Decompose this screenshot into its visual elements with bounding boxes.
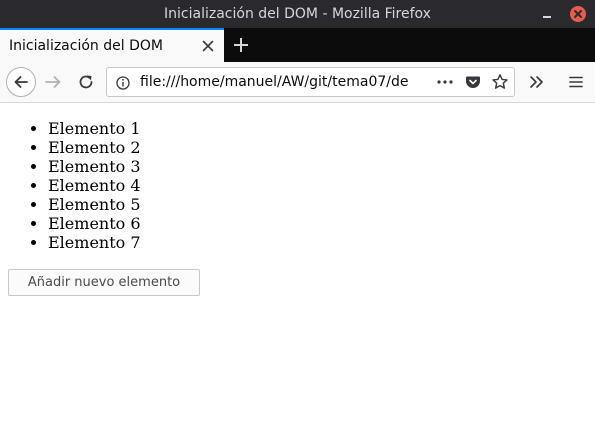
plus-icon[interactable]	[230, 34, 252, 56]
close-icon[interactable]	[570, 6, 586, 22]
navigation-toolbar: file:///home/manuel/AW/git/tema07/de	[0, 62, 595, 103]
list-item: Elemento 7	[48, 233, 141, 252]
list-item: Elemento 6	[48, 214, 141, 233]
window-titlebar: Inicialización del DOM - Mozilla Firefox	[0, 0, 595, 28]
arrow-right-icon[interactable]	[44, 73, 62, 91]
tab-inicializacion-del-dom[interactable]: Inicialización del DOM	[0, 28, 224, 62]
more-horizontal-icon[interactable]	[435, 74, 455, 90]
url-text[interactable]: file:///home/manuel/AW/git/tema07/de	[140, 68, 430, 96]
tab-strip: Inicialización del DOM	[0, 28, 595, 62]
window-title: Inicialización del DOM - Mozilla Firefox	[164, 6, 431, 22]
list-item: Elemento 3	[48, 157, 141, 176]
list-item: Elemento 5	[48, 195, 141, 214]
list-item: Elemento 2	[48, 138, 141, 157]
list-item: Elemento 4	[48, 176, 141, 195]
chevrons-right-icon[interactable]	[528, 73, 546, 91]
arrow-left-icon	[14, 76, 28, 88]
reload-icon[interactable]	[77, 73, 95, 91]
pocket-icon[interactable]	[465, 74, 481, 90]
info-icon[interactable]	[116, 75, 130, 90]
minimize-icon[interactable]	[538, 8, 556, 20]
page-content: Elemento 1 Elemento 2 Elemento 3 Element…	[0, 103, 595, 424]
url-bar[interactable]: file:///home/manuel/AW/git/tema07/de	[106, 67, 515, 97]
tab-label: Inicialización del DOM	[9, 38, 163, 54]
list-item: Elemento 1	[48, 119, 141, 138]
star-icon[interactable]	[491, 73, 509, 91]
close-icon[interactable]	[200, 38, 216, 54]
back-button[interactable]	[6, 67, 36, 97]
element-list: Elemento 1 Elemento 2 Elemento 3 Element…	[8, 119, 141, 252]
hamburger-menu-icon[interactable]	[567, 73, 585, 91]
add-element-button[interactable]: Añadir nuevo elemento	[8, 269, 200, 296]
